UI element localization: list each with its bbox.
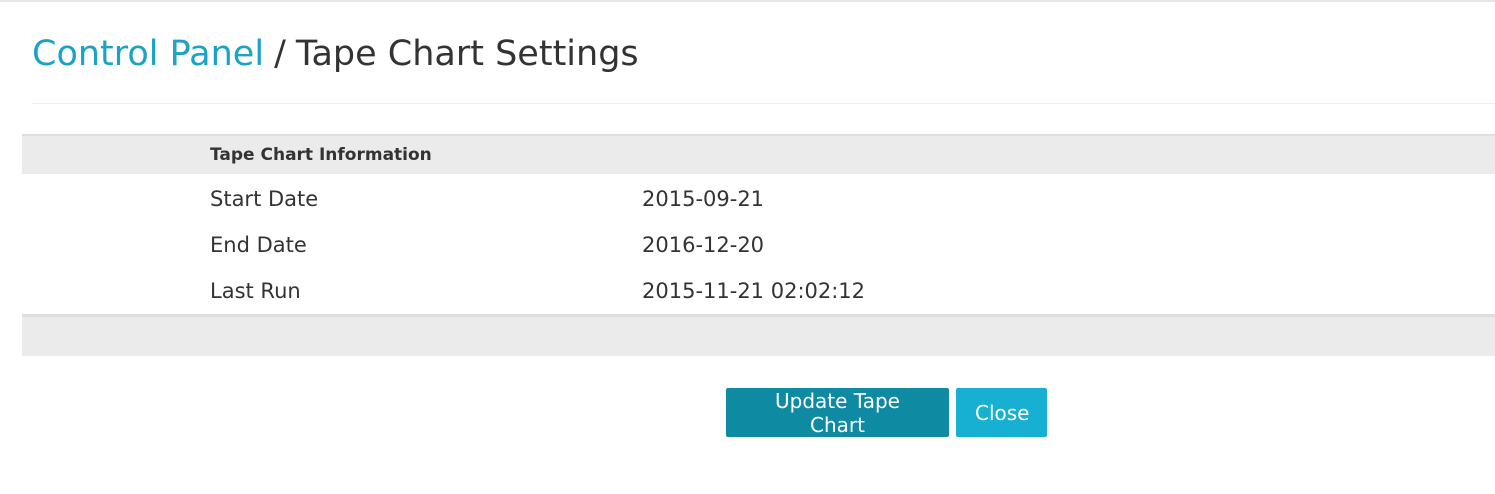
breadcrumb: Control Panel / Tape Chart Settings: [32, 30, 639, 78]
tape-chart-info-panel: Tape Chart Information Start Date 2015-0…: [22, 134, 1495, 356]
info-panel-title: Tape Chart Information: [210, 145, 432, 165]
start-date-label: Start Date: [210, 187, 319, 211]
info-row-end-date: End Date 2016-12-20: [22, 222, 1495, 268]
page-title: Tape Chart Settings: [295, 34, 639, 74]
breadcrumb-separator: /: [274, 34, 286, 74]
tape-chart-settings-page: Control Panel / Tape Chart Settings Tape…: [0, 0, 1495, 494]
end-date-label: End Date: [210, 233, 307, 257]
last-run-label: Last Run: [210, 279, 301, 303]
breadcrumb-control-panel-link[interactable]: Control Panel: [32, 34, 264, 74]
info-panel-footer: [22, 314, 1495, 356]
last-run-value: 2015-11-21 02:02:12: [642, 279, 866, 303]
header-divider: [32, 103, 1495, 104]
info-rows: Start Date 2015-09-21 End Date 2016-12-2…: [22, 174, 1495, 314]
action-buttons: Update Tape Chart Close: [726, 388, 1047, 437]
info-panel-header: Tape Chart Information: [22, 134, 1495, 174]
update-tape-chart-button[interactable]: Update Tape Chart: [726, 388, 949, 437]
info-row-last-run: Last Run 2015-11-21 02:02:12: [22, 268, 1495, 314]
info-row-start-date: Start Date 2015-09-21: [22, 176, 1495, 222]
close-button[interactable]: Close: [956, 388, 1047, 437]
end-date-value: 2016-12-20: [642, 233, 765, 257]
start-date-value: 2015-09-21: [642, 187, 765, 211]
